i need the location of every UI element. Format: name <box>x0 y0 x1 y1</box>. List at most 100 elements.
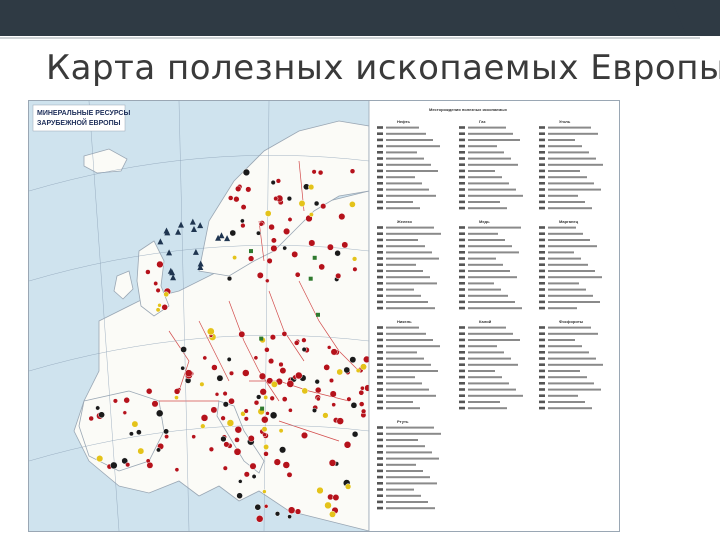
legend-row-number <box>539 294 545 297</box>
legend-row-text <box>386 263 416 266</box>
deposit-marker <box>233 196 240 203</box>
legend-row-number <box>539 363 545 366</box>
legend-row-number <box>459 406 465 410</box>
legend-row-number <box>539 200 545 204</box>
deposit-marker <box>206 327 215 336</box>
deposit-marker <box>227 195 234 201</box>
legend-row-text <box>468 170 495 172</box>
legend-row-number <box>377 194 383 197</box>
legend-row-number <box>539 232 545 235</box>
deposit-marker <box>243 471 250 478</box>
legend-row-number <box>539 375 545 379</box>
deposit-marker <box>281 396 288 402</box>
europe-minerals-map: МИНЕРАЛЬНЫЕ РЕСУРСЫ ЗАРУБЕЖНОЙ ЕВРОПЫ Ме… <box>28 100 620 532</box>
legend-row-text <box>386 457 439 460</box>
legend-row-number <box>539 244 545 248</box>
deposit-marker <box>287 217 293 222</box>
legend-row-number <box>539 400 545 404</box>
legend-row-number <box>539 151 545 154</box>
deposit-marker <box>214 392 220 397</box>
deposit-marker <box>295 371 303 380</box>
legend-row-number <box>459 251 465 254</box>
deposit-marker <box>338 213 346 221</box>
deposit-marker <box>191 434 197 440</box>
legend-row-text <box>386 407 420 410</box>
deposit-marker <box>128 431 134 437</box>
deposit-marker <box>279 446 287 454</box>
legend-row-number <box>459 288 465 291</box>
legend-row-number <box>539 406 545 410</box>
legend-row-number <box>377 175 383 179</box>
legend-row-number <box>459 375 465 379</box>
legend-row-number <box>459 369 465 373</box>
legend-row-number <box>459 338 465 342</box>
legend-row-text <box>386 470 423 472</box>
legend-row-number <box>377 263 383 266</box>
deposit-square-marker <box>260 406 265 411</box>
legend-row-number <box>539 169 545 173</box>
legend-row-number <box>459 300 465 304</box>
deposit-marker <box>146 461 154 469</box>
legend-row-text <box>468 376 502 379</box>
legend-row-number <box>377 306 383 310</box>
legend-row-number <box>377 269 383 273</box>
legend-row-number <box>459 200 465 204</box>
deposit-marker <box>229 229 237 237</box>
legend-row-text <box>468 326 506 329</box>
deposit-marker <box>122 410 128 415</box>
legend-row-text <box>468 188 516 191</box>
deposit-marker <box>360 408 367 414</box>
deposit-marker <box>256 394 262 400</box>
map-heading-line1: МИНЕРАЛЬНЫЕ РЕСУРСЫ <box>37 110 130 117</box>
legend-row-number <box>539 163 545 166</box>
legend-row-number <box>459 332 465 335</box>
legend-row-number <box>539 206 545 210</box>
legend-row-number <box>377 506 383 510</box>
deposit-marker <box>352 266 358 272</box>
legend-row-number <box>377 151 383 154</box>
legend-row-text <box>548 370 580 372</box>
deposit-marker <box>283 227 291 235</box>
legend-row-number <box>459 294 465 297</box>
deposit-marker <box>151 400 159 408</box>
legend-row-number <box>539 351 545 354</box>
legend-row-number <box>459 226 465 229</box>
legend-row-number <box>377 288 383 291</box>
legend-row-text <box>386 357 424 360</box>
deposit-marker <box>281 331 288 337</box>
deposit-marker <box>180 365 186 371</box>
deposit-marker <box>249 462 257 470</box>
deposit-marker <box>358 389 365 396</box>
deposit-marker <box>222 401 229 408</box>
legend-row-text <box>468 332 513 335</box>
legend-row-number <box>377 500 383 504</box>
deposit-marker <box>349 356 357 364</box>
legend-row-number <box>377 394 383 397</box>
legend-group-heading: Никель <box>397 319 412 324</box>
legend-row-number <box>377 244 383 248</box>
deposit-marker <box>270 237 277 244</box>
legend-row-number <box>459 363 465 366</box>
deposit-marker <box>278 428 284 434</box>
legend-row-text <box>386 126 419 129</box>
deposit-marker <box>265 411 270 416</box>
legend-row-number <box>539 338 545 342</box>
deposit-marker <box>228 397 235 405</box>
legend-row-text <box>468 151 504 154</box>
deposit-marker <box>343 366 351 374</box>
legend-row-number <box>377 326 383 329</box>
legend-row-text <box>468 339 520 341</box>
legend-row-number <box>459 138 465 142</box>
legend-row-text <box>468 132 513 135</box>
legend-row-number <box>459 238 465 242</box>
deposit-marker <box>270 179 276 186</box>
deposit-marker <box>328 459 337 467</box>
legend-row-number <box>459 326 465 329</box>
legend-row-number <box>377 494 383 497</box>
deposit-marker <box>156 260 164 269</box>
legend-row-text <box>386 288 414 291</box>
legend-row-text <box>386 507 435 510</box>
deposit-marker <box>308 239 316 247</box>
legend-row-number <box>539 157 545 160</box>
deposit-marker <box>112 398 118 404</box>
